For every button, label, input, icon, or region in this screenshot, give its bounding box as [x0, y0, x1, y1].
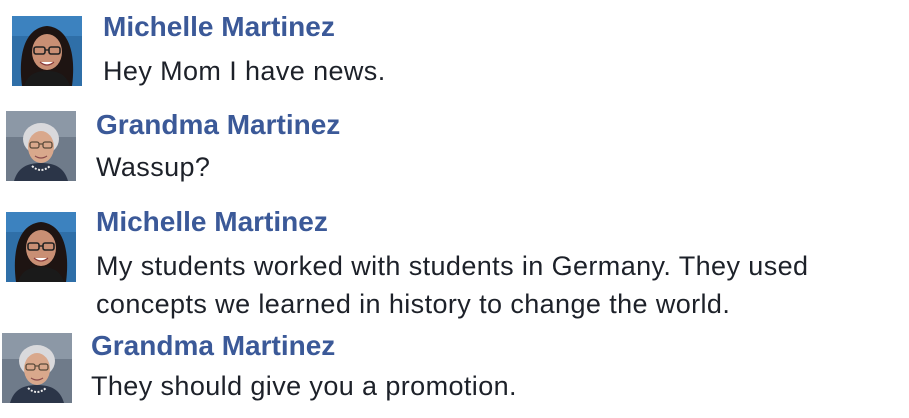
message-text: Wassup? — [96, 152, 211, 182]
sender-name-link[interactable]: Michelle Martinez — [96, 206, 328, 238]
sender-name-link[interactable]: Grandma Martinez — [96, 109, 340, 141]
grandmother-portrait-icon — [2, 333, 72, 403]
message-text-line: concepts we learned in history to change… — [96, 289, 731, 319]
avatar[interactable] — [6, 111, 76, 181]
sender-name-link[interactable]: Grandma Martinez — [91, 330, 335, 362]
woman-with-glasses-portrait-icon — [12, 16, 82, 86]
sender-name-link[interactable]: Michelle Martinez — [103, 11, 335, 43]
avatar[interactable] — [6, 212, 76, 282]
message-text-line: My students worked with students in Germ… — [96, 251, 809, 281]
woman-with-glasses-portrait-icon — [6, 212, 76, 282]
message-text: My students worked with students in Germ… — [96, 247, 808, 323]
avatar[interactable] — [12, 16, 82, 86]
avatar[interactable] — [2, 333, 72, 403]
grandmother-portrait-icon — [6, 111, 76, 181]
message-text: They should give you a promotion. — [91, 371, 517, 401]
message-text: Hey Mom I have news. — [103, 56, 386, 86]
